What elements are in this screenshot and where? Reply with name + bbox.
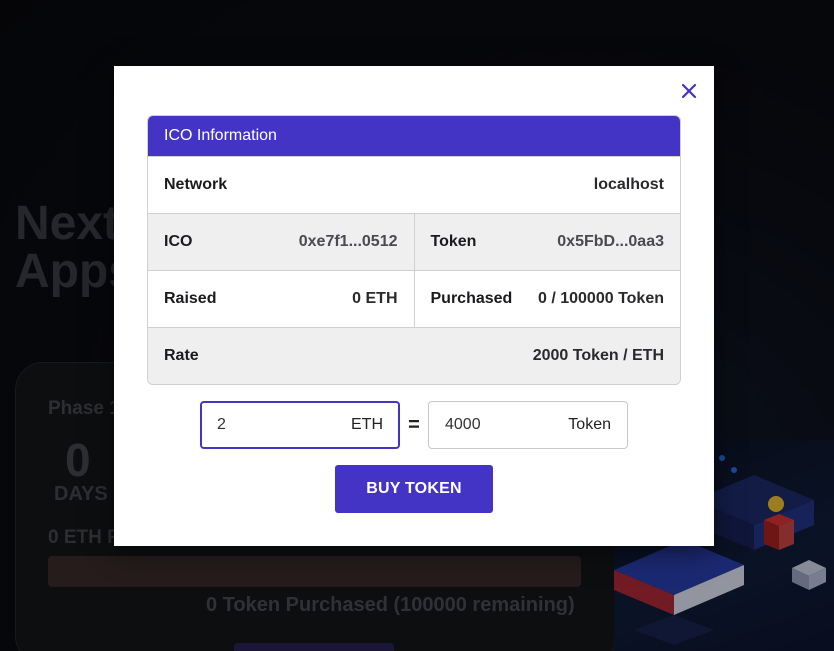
raised-value: 0 ETH <box>352 290 398 307</box>
close-icon <box>681 83 697 99</box>
rate-cell: Rate 2000 Token / ETH <box>148 328 680 384</box>
eth-unit-label: ETH <box>351 416 383 433</box>
ico-information-title: ICO Information <box>148 116 680 156</box>
close-button[interactable] <box>678 80 700 102</box>
network-value: localhost <box>593 176 664 193</box>
purchased-label: Purchased <box>430 290 513 307</box>
token-amount-input[interactable] <box>445 416 555 434</box>
stats-row: Raised 0 ETH Purchased 0 / 100000 Token <box>148 270 680 327</box>
ico-label: ICO <box>164 233 193 250</box>
token-unit-label: Token <box>568 416 611 433</box>
network-label: Network <box>164 176 228 193</box>
address-row: ICO 0xe7f1...0512 Token 0x5FbD...0aa3 <box>148 213 680 270</box>
raised-cell: Raised 0 ETH <box>148 271 414 327</box>
token-amount-field[interactable]: Token <box>428 401 628 449</box>
raised-label: Raised <box>164 290 217 307</box>
buy-token-button[interactable]: BUY TOKEN <box>335 465 493 513</box>
purchased-value: 0 / 100000 Token <box>538 290 664 307</box>
token-label: Token <box>430 233 477 250</box>
ico-information-card: ICO Information Network localhost ICO 0x… <box>147 115 681 385</box>
ico-address-cell: ICO 0xe7f1...0512 <box>148 214 414 270</box>
purchased-cell: Purchased 0 / 100000 Token <box>413 271 681 327</box>
rate-row: Rate 2000 Token / ETH <box>148 327 680 384</box>
network-cell: Network localhost <box>148 157 680 213</box>
buy-token-modal: ICO Information Network localhost ICO 0x… <box>114 66 714 546</box>
rate-label: Rate <box>164 347 199 364</box>
ico-address-value: 0xe7f1...0512 <box>298 233 398 250</box>
eth-amount-input[interactable] <box>217 416 327 434</box>
rate-value: 2000 Token / ETH <box>532 347 664 364</box>
token-address-cell: Token 0x5FbD...0aa3 <box>413 214 681 270</box>
network-row: Network localhost <box>148 156 680 213</box>
eth-amount-field[interactable]: ETH <box>200 401 400 449</box>
equals-sign: = <box>408 413 420 436</box>
token-address-value: 0x5FbD...0aa3 <box>557 233 664 250</box>
token-converter: ETH = Token <box>200 401 628 449</box>
